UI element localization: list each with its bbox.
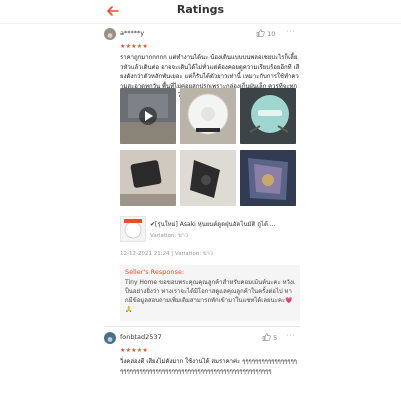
divider xyxy=(104,326,300,327)
page-title: Ratings xyxy=(176,3,225,16)
avatar[interactable] xyxy=(104,28,116,40)
more-options-icon[interactable]: ··· xyxy=(286,331,295,340)
review-text: วิ่งคล่องดี เสียงไม่ดังมาก ใช้งานได้ สมร… xyxy=(120,358,297,375)
more-options-icon[interactable]: ··· xyxy=(286,27,295,36)
thumbs-up-icon xyxy=(262,333,271,341)
product-name: ✔[รุ่นใหม่] Asaki หุ่นยนต์ดูดฝุ่นอัตโนมั… xyxy=(150,221,276,228)
like-button[interactable]: 5 xyxy=(262,333,277,342)
review-video-thumbnail[interactable] xyxy=(120,88,176,144)
reviewer-username[interactable]: a*****y xyxy=(120,29,144,37)
review-timestamp: 12-12-2021 21:24 | Variation: ขาว xyxy=(120,251,213,257)
seller-response: Seller's Response: Tiny Home ขอขอบพระคุณ… xyxy=(120,265,300,321)
review-photo[interactable] xyxy=(180,150,236,206)
top-bar: Ratings xyxy=(0,0,401,24)
seller-response-label: Seller's Response: xyxy=(125,268,185,276)
review-photo[interactable] xyxy=(180,88,236,144)
thumbs-up-icon xyxy=(256,29,265,37)
review-photo[interactable] xyxy=(120,150,176,206)
star-rating: ★★★★★ xyxy=(120,43,148,50)
star-rating: ★★★★★ xyxy=(120,347,148,354)
like-button[interactable]: 10 xyxy=(256,29,275,38)
review-card: fonbtad2537 5 ··· ★★★★★ วิ่งคล่องดี เสีย… xyxy=(104,331,299,376)
avatar[interactable] xyxy=(104,332,116,344)
review-photo[interactable] xyxy=(240,88,296,144)
reviewer-username[interactable]: fonbtad2537 xyxy=(120,333,162,341)
review-photo[interactable] xyxy=(240,150,296,206)
purchased-product-link[interactable]: ✔[รุ่นใหม่] Asaki หุ่นยนต์ดูดฝุ่นอัตโนมั… xyxy=(120,214,300,244)
like-count: 10 xyxy=(267,30,276,38)
seller-response-text: Tiny Home ขอขอบพระคุณคุณลูกค้าสำหรับคอมเ… xyxy=(125,279,295,313)
like-count: 5 xyxy=(273,334,278,342)
product-thumbnail xyxy=(120,216,146,242)
product-variation: Variation: ขาว xyxy=(150,233,188,239)
